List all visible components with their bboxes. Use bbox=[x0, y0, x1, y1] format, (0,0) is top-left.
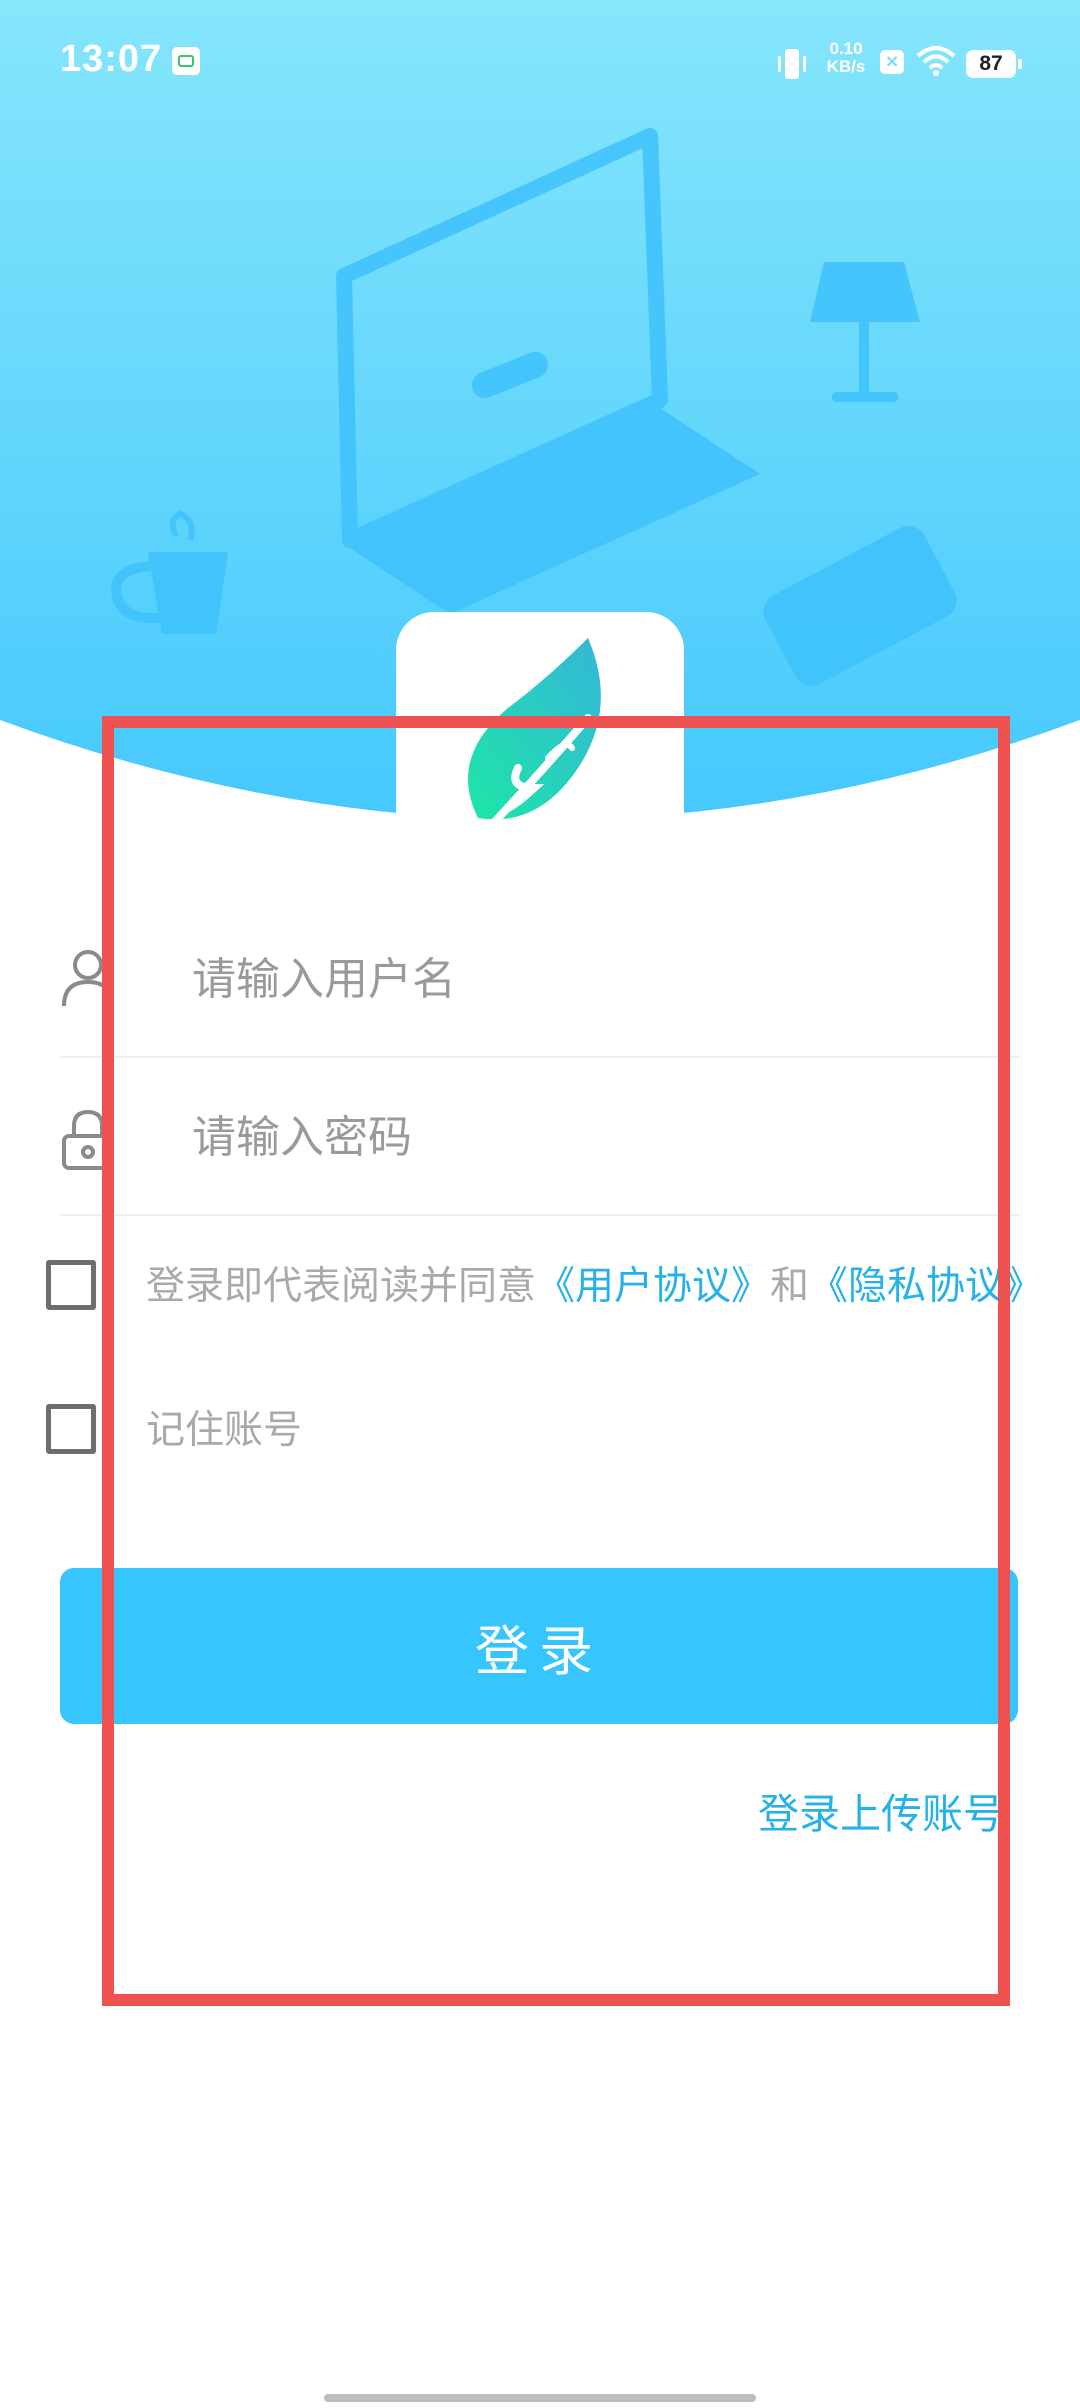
agreement-row: 登录即代表阅读并同意《用户协议》和《隐私协议》 bbox=[44, 1252, 1054, 1322]
password-input[interactable] bbox=[190, 1096, 1014, 1178]
app-logo-card bbox=[396, 612, 684, 862]
app-notification-icon bbox=[172, 47, 200, 75]
sim-x-icon: × bbox=[880, 50, 904, 74]
status-bar: 13:07 0.10 KB/s × 87 bbox=[0, 0, 1080, 130]
vibrate-icon bbox=[778, 49, 806, 79]
user-agreement-link[interactable]: 《用户协议》 bbox=[536, 1264, 770, 1309]
agreement-prefix: 登录即代表阅读并同意 bbox=[146, 1264, 537, 1309]
network-speed: 0.10 KB/s bbox=[822, 40, 870, 76]
network-speed-value: 0.10 bbox=[829, 39, 863, 58]
remember-checkbox[interactable] bbox=[46, 1404, 96, 1454]
upload-account-link[interactable]: 登录上传账号 bbox=[758, 1780, 1004, 1840]
agreement-and: 和 bbox=[770, 1264, 810, 1309]
home-indicator[interactable] bbox=[324, 2394, 756, 2402]
password-row bbox=[60, 1058, 1020, 1216]
user-icon bbox=[62, 950, 114, 1007]
lock-icon bbox=[62, 1109, 114, 1170]
privacy-agreement-link[interactable]: 《隐私协议》 bbox=[809, 1264, 1043, 1309]
agreement-checkbox[interactable] bbox=[46, 1260, 96, 1310]
leaf-logo-icon bbox=[466, 638, 601, 852]
remember-label[interactable]: 记住账号 bbox=[146, 1404, 302, 1458]
wifi-icon bbox=[916, 46, 956, 76]
username-row bbox=[60, 900, 1020, 1058]
network-speed-unit: KB/s bbox=[826, 57, 866, 76]
username-input[interactable] bbox=[190, 938, 1014, 1020]
agreement-text: 登录即代表阅读并同意《用户协议》和《隐私协议》 bbox=[146, 1260, 1043, 1314]
login-button[interactable]: 登录 bbox=[60, 1568, 1018, 1724]
battery-icon: 87 bbox=[966, 50, 1022, 78]
remember-row: 记住账号 bbox=[44, 1396, 1054, 1466]
status-time: 13:07 bbox=[60, 38, 163, 80]
